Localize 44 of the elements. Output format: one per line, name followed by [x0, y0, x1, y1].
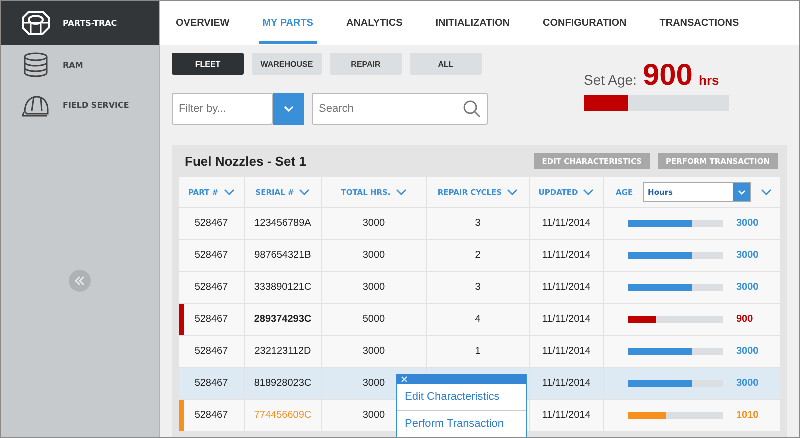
part-number: 528467 [194, 346, 228, 357]
total-hours: 3000 [362, 378, 386, 389]
part-number: 528467 [194, 282, 228, 293]
set-age-label: Set Age: [584, 72, 637, 88]
age-reading: 3000 [736, 378, 760, 389]
serial-number: 774456609C [254, 410, 312, 421]
total-hours: 3000 [362, 410, 386, 421]
age-reading: 3000 [736, 282, 760, 293]
total-hours: 3000 [362, 346, 386, 357]
repair-cycles: 2 [475, 250, 481, 261]
set-age-unit: hrs [699, 73, 720, 88]
serial-number: 289374293C [254, 314, 312, 325]
updated-date: 11/11/2014 [542, 346, 591, 357]
part-number: 528467 [194, 250, 228, 261]
updated-date: 11/11/2014 [542, 378, 591, 389]
repair-cycles: 1 [475, 346, 481, 357]
serial-number: 818928023C [254, 378, 312, 389]
updated-date: 11/11/2014 [542, 282, 591, 293]
serial-number: 232123112D [254, 346, 312, 357]
serial-number: 987654321B [254, 250, 312, 261]
serial-number: 123456789A [254, 218, 312, 229]
part-number: 528467 [194, 218, 228, 229]
age-reading: 3000 [736, 218, 760, 229]
card-title: Fuel Nozzles - Set 1 [185, 154, 306, 168]
part-number: 528467 [194, 314, 228, 325]
total-hours: 3000 [362, 250, 386, 261]
part-number: 528467 [194, 410, 228, 421]
total-hours: 5000 [362, 314, 386, 325]
updated-date: 11/11/2014 [542, 314, 591, 325]
part-number: 528467 [194, 378, 228, 389]
updated-date: 11/11/2014 [542, 250, 591, 261]
age-reading: 3000 [736, 250, 760, 261]
serial-number: 333890121C [254, 282, 312, 293]
set-age-value: 900 [642, 61, 693, 91]
repair-cycles: 4 [475, 314, 481, 325]
repair-cycles: 3 [475, 218, 481, 229]
age-reading: 900 [736, 314, 754, 325]
age-reading: 1010 [736, 410, 760, 421]
age-reading: 3000 [736, 346, 760, 357]
updated-date: 11/11/2014 [542, 410, 591, 421]
total-hours: 3000 [362, 282, 386, 293]
repair-cycles: 3 [475, 282, 481, 293]
updated-date: 11/11/2014 [542, 218, 591, 229]
total-hours: 3000 [362, 218, 386, 229]
